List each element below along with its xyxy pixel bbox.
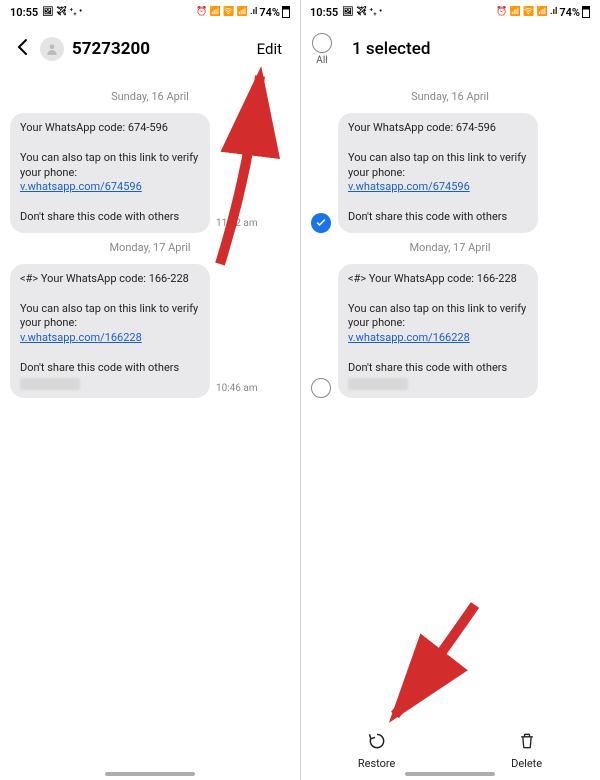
message-line: <#> Your WhatsApp code: 166-228 — [348, 272, 528, 287]
panel-conversation: 10:55 🖼 ✈ ⁺₊ • ⏰ 📶 🛜 📶 .ıl 74% 57273200 … — [0, 0, 300, 780]
restore-icon — [367, 731, 387, 754]
message-link[interactable]: v.whatsapp.com/166228 — [348, 331, 470, 344]
delete-button[interactable]: Delete — [511, 731, 542, 770]
selection-count: 1 selected — [352, 39, 430, 59]
message-line: Don't share this code with others — [348, 210, 528, 225]
selection-header: All 1 selected — [300, 24, 600, 74]
status-left-icons: 🖼 ✈ ⁺₊ • — [42, 7, 82, 17]
restore-label: Restore — [358, 757, 396, 770]
date-separator: Monday, 17 April — [310, 241, 590, 254]
status-time: 10:55 — [310, 6, 338, 19]
battery-icon — [282, 6, 290, 18]
status-right-icons: ⏰ 📶 🛜 📶 .ıl — [196, 7, 257, 17]
status-bar: 10:55 🖼 ✈ ⁺₊ • ⏰ 📶 🛜 📶 .ıl 74% — [0, 0, 300, 24]
message-thread[interactable]: Sunday, 16 April Your WhatsApp code: 674… — [0, 74, 300, 780]
battery-icon — [582, 6, 590, 18]
panel-selection: 10:55 🖼 ✈ ⁺₊ • ⏰ 📶 🛜 📶 .ıl 74% All 1 sel… — [300, 0, 600, 780]
message-line: Don't share this code with others — [348, 361, 528, 376]
date-separator: Sunday, 16 April — [310, 90, 590, 103]
message-line: Don't share this code with others — [20, 210, 200, 225]
circle-outline-icon — [312, 33, 332, 53]
message-row[interactable]: <#> Your WhatsApp code: 166-228 You can … — [10, 264, 290, 398]
restore-button[interactable]: Restore — [358, 731, 396, 770]
message-time: 11:42 am — [216, 218, 258, 233]
date-separator: Monday, 17 April — [10, 241, 290, 254]
select-all-button[interactable]: All — [312, 33, 332, 66]
message-line: Your WhatsApp code: 674-596 — [348, 121, 528, 136]
message-line: You can also tap on this link to verify … — [20, 302, 198, 330]
message-link[interactable]: v.whatsapp.com/166228 — [20, 331, 142, 344]
message-line: <#> Your WhatsApp code: 166-228 — [20, 272, 200, 287]
message-line: Don't share this code with others — [20, 361, 200, 376]
status-right-icons: ⏰ 📶 🛜 📶 .ıl — [496, 7, 557, 17]
conversation-header: 57273200 Edit — [0, 24, 300, 74]
message-line: You can also tap on this link to verify … — [348, 302, 526, 330]
edit-button[interactable]: Edit — [251, 36, 288, 62]
message-row[interactable]: <#> Your WhatsApp code: 166-228 You can … — [310, 264, 590, 398]
message-bubble[interactable]: Your WhatsApp code: 674-596 You can also… — [10, 113, 210, 233]
status-time: 10:55 — [10, 6, 38, 19]
trash-icon — [517, 731, 537, 754]
message-line: Your WhatsApp code: 674-596 — [20, 121, 200, 136]
message-line: You can also tap on this link to verify … — [348, 151, 526, 179]
message-bubble[interactable]: Your WhatsApp code: 674-596 You can also… — [338, 113, 538, 233]
redacted-patch — [348, 378, 408, 390]
message-thread[interactable]: Sunday, 16 April Your WhatsApp code: 674… — [300, 74, 600, 720]
status-battery: 74% — [259, 6, 280, 19]
checkbox-checked-icon[interactable] — [311, 213, 331, 233]
message-line: You can also tap on this link to verify … — [20, 151, 198, 179]
avatar[interactable] — [40, 37, 64, 61]
checkbox-unchecked-icon[interactable] — [311, 378, 331, 398]
status-bar: 10:55 🖼 ✈ ⁺₊ • ⏰ 📶 🛜 📶 .ıl 74% — [300, 0, 600, 24]
delete-label: Delete — [511, 757, 542, 770]
message-bubble[interactable]: <#> Your WhatsApp code: 166-228 You can … — [10, 264, 210, 398]
message-row[interactable]: Your WhatsApp code: 674-596 You can also… — [10, 113, 290, 233]
date-separator: Sunday, 16 April — [10, 90, 290, 103]
message-time: 10:46 am — [216, 383, 258, 398]
status-left-icons: 🖼 ✈ ⁺₊ • — [342, 7, 382, 17]
message-row[interactable]: Your WhatsApp code: 674-596 You can also… — [310, 113, 590, 233]
contact-title[interactable]: 57273200 — [72, 39, 243, 59]
message-link[interactable]: v.whatsapp.com/674596 — [20, 180, 142, 193]
message-link[interactable]: v.whatsapp.com/674596 — [348, 180, 470, 193]
back-icon[interactable] — [12, 33, 32, 65]
message-bubble[interactable]: <#> Your WhatsApp code: 166-228 You can … — [338, 264, 538, 398]
status-battery: 74% — [559, 6, 580, 19]
panel-divider — [300, 0, 301, 780]
home-indicator[interactable] — [405, 772, 495, 776]
redacted-patch — [20, 378, 80, 390]
select-all-label: All — [316, 55, 327, 66]
action-bar: Restore Delete — [300, 720, 600, 780]
home-indicator[interactable] — [105, 772, 195, 776]
